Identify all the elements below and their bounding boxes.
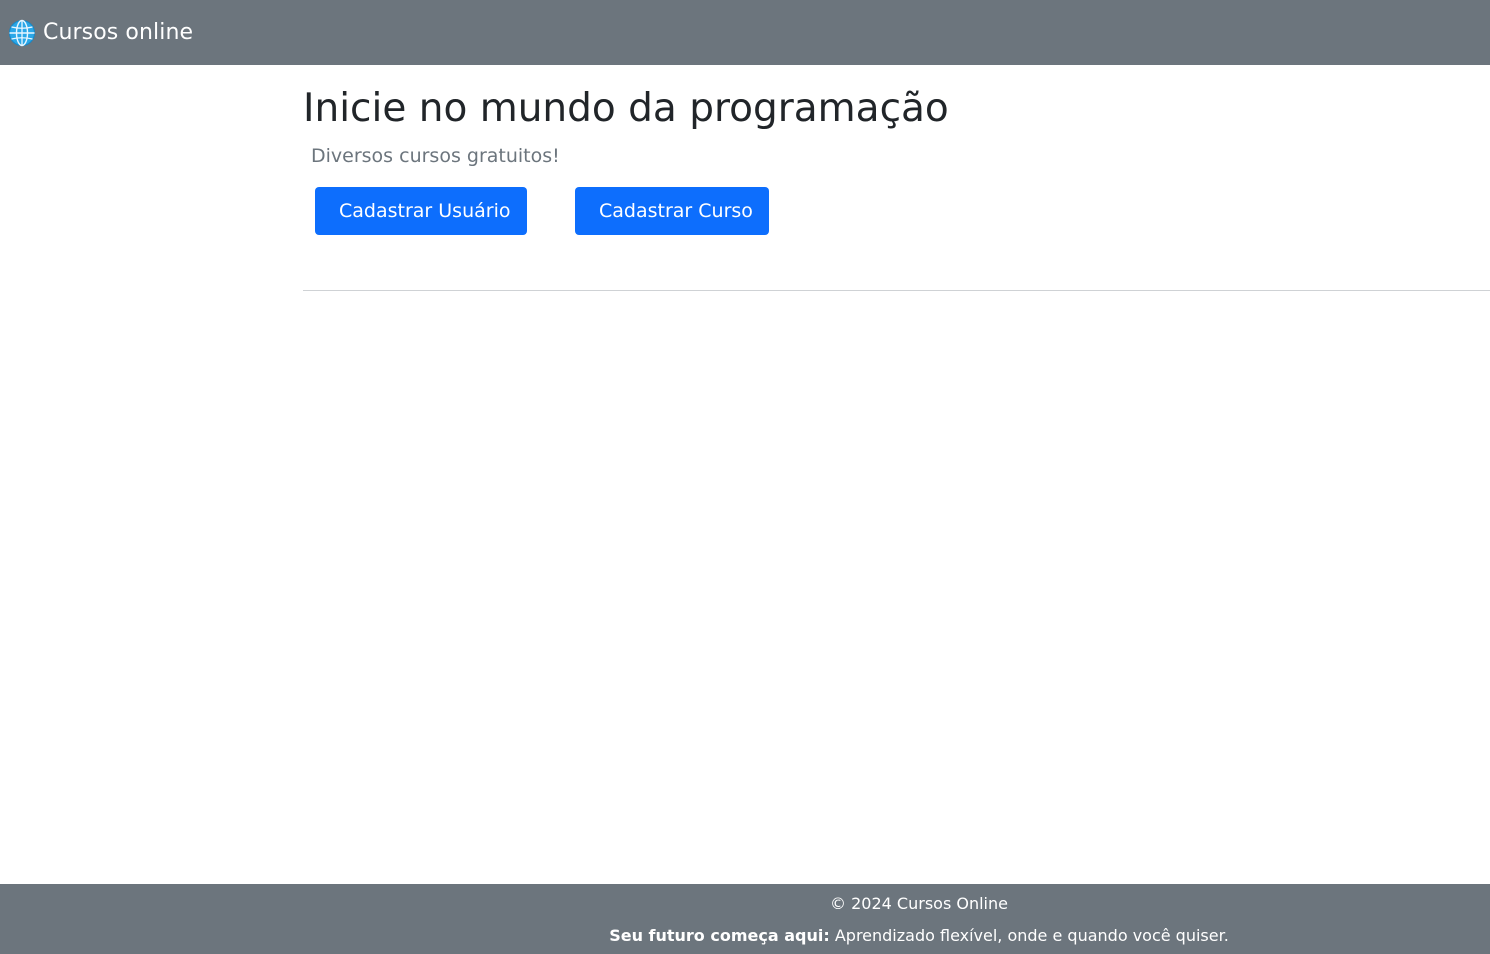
footer: © 2024 Cursos Online Seu futuro começa a…	[0, 884, 1490, 954]
footer-copyright: © 2024 Cursos Online	[830, 894, 1008, 913]
brand-link[interactable]: Cursos online	[8, 19, 193, 47]
page-title: Inicie no mundo da programação	[303, 86, 949, 131]
page-subtitle: Diversos cursos gratuitos!	[311, 145, 560, 167]
footer-slogan-text: Aprendizado flexível, onde e quando você…	[829, 926, 1229, 945]
section-divider	[303, 290, 1490, 291]
brand-label: Cursos online	[43, 19, 194, 45]
navbar: Cursos online	[0, 0, 1490, 65]
footer-slogan: Seu futuro começa aqui: Aprendizado flex…	[0, 926, 1490, 946]
register-course-button[interactable]: Cadastrar Curso	[575, 187, 769, 235]
register-user-button[interactable]: Cadastrar Usuário	[315, 187, 527, 235]
footer-slogan-bold: Seu futuro começa aqui:	[609, 926, 830, 945]
globe-icon	[8, 19, 36, 47]
